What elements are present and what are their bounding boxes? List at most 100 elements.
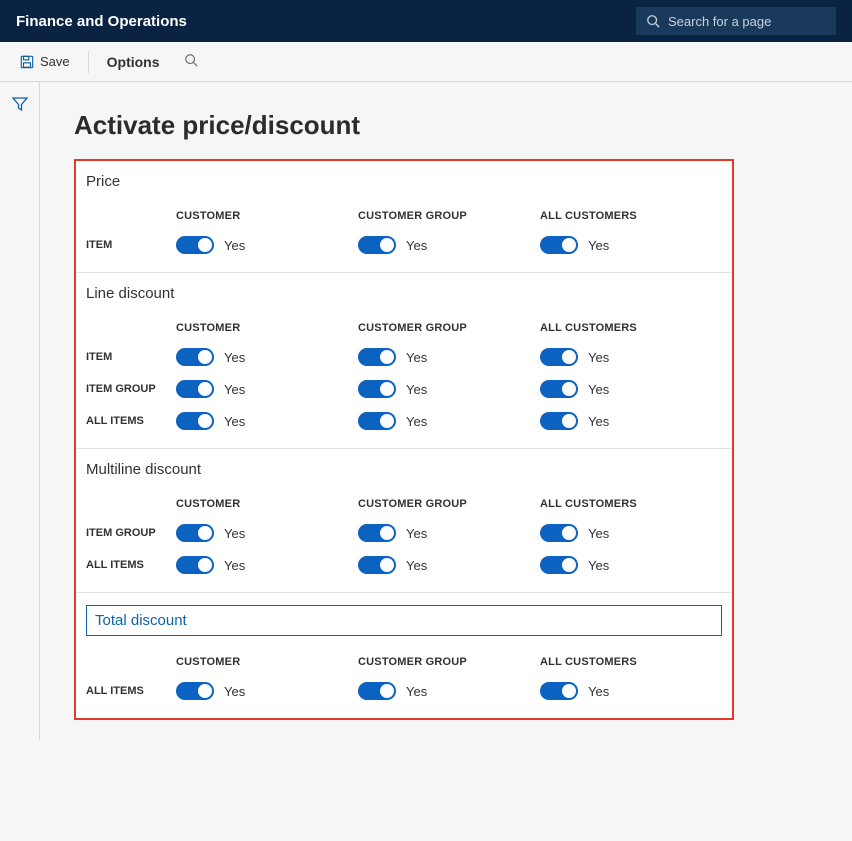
col-header-all-customers: ALL CUSTOMERS xyxy=(540,322,722,334)
toggle-multi-itemgroup-customergroup: Yes xyxy=(358,524,540,542)
content-area: Activate price/discount Price CUSTOMER C… xyxy=(40,82,852,740)
top-nav: Finance and Operations Search for a page xyxy=(0,0,852,42)
search-icon xyxy=(646,14,660,28)
search-icon xyxy=(184,53,198,67)
toggle[interactable] xyxy=(540,556,578,574)
left-rail xyxy=(0,82,40,740)
toggle-value: Yes xyxy=(588,350,609,365)
col-header-customer: CUSTOMER xyxy=(176,498,358,510)
toggle-value: Yes xyxy=(406,558,427,573)
options-button-label: Options xyxy=(107,54,160,70)
toggle[interactable] xyxy=(540,412,578,430)
toggle-line-item-allcustomers: Yes xyxy=(540,348,722,366)
total-discount-grid: CUSTOMER CUSTOMER GROUP ALL CUSTOMERS AL… xyxy=(86,656,722,700)
toggle[interactable] xyxy=(176,348,214,366)
section-title-multiline-discount: Multiline discount xyxy=(86,461,722,478)
toggle-value: Yes xyxy=(224,350,245,365)
command-search-button[interactable] xyxy=(174,47,208,76)
col-header-customer-group: CUSTOMER GROUP xyxy=(358,656,540,668)
toggle[interactable] xyxy=(176,380,214,398)
toggle-multi-itemgroup-allcustomers: Yes xyxy=(540,524,722,542)
multiline-discount-grid: CUSTOMER CUSTOMER GROUP ALL CUSTOMERS IT… xyxy=(86,498,722,574)
section-line-discount: Line discount CUSTOMER CUSTOMER GROUP AL… xyxy=(76,273,732,448)
toggle-value: Yes xyxy=(224,526,245,541)
row-label-all-items: ALL ITEMS xyxy=(86,559,176,571)
section-price: Price CUSTOMER CUSTOMER GROUP ALL CUSTOM… xyxy=(76,161,732,272)
toggle[interactable] xyxy=(540,524,578,542)
toggle[interactable] xyxy=(540,682,578,700)
toggle-value: Yes xyxy=(406,350,427,365)
price-grid: CUSTOMER CUSTOMER GROUP ALL CUSTOMERS IT… xyxy=(86,210,722,254)
toggle[interactable] xyxy=(358,380,396,398)
toggle-value: Yes xyxy=(588,558,609,573)
search-placeholder-text: Search for a page xyxy=(668,14,771,29)
toggle[interactable] xyxy=(358,556,396,574)
col-header-all-customers: ALL CUSTOMERS xyxy=(540,210,722,222)
toggle[interactable] xyxy=(176,524,214,542)
toggle-value: Yes xyxy=(224,684,245,699)
toggle-value: Yes xyxy=(406,684,427,699)
toggle-line-allitems-customer: Yes xyxy=(176,412,358,430)
toggle[interactable] xyxy=(358,236,396,254)
toggle[interactable] xyxy=(358,524,396,542)
toggle-line-itemgroup-customergroup: Yes xyxy=(358,380,540,398)
toggle-line-itemgroup-allcustomers: Yes xyxy=(540,380,722,398)
toggle[interactable] xyxy=(176,682,214,700)
line-discount-grid: CUSTOMER CUSTOMER GROUP ALL CUSTOMERS IT… xyxy=(86,322,722,430)
workspace: Activate price/discount Price CUSTOMER C… xyxy=(0,82,852,740)
save-button[interactable]: Save xyxy=(10,48,80,75)
toggle[interactable] xyxy=(176,556,214,574)
col-header-all-customers: ALL CUSTOMERS xyxy=(540,498,722,510)
command-separator xyxy=(88,51,89,73)
section-total-discount: Total discount CUSTOMER CUSTOMER GROUP A… xyxy=(76,593,732,718)
row-label-item: ITEM xyxy=(86,351,176,363)
toggle-value: Yes xyxy=(406,526,427,541)
toggle[interactable] xyxy=(176,236,214,254)
toggle-line-itemgroup-customer: Yes xyxy=(176,380,358,398)
funnel-icon xyxy=(12,96,28,112)
options-button[interactable]: Options xyxy=(97,48,170,76)
toggle-price-item-customer: Yes xyxy=(176,236,358,254)
toggle[interactable] xyxy=(358,682,396,700)
toggle-line-item-customergroup: Yes xyxy=(358,348,540,366)
toggle-value: Yes xyxy=(588,238,609,253)
toggle-value: Yes xyxy=(406,382,427,397)
app-title: Finance and Operations xyxy=(16,13,636,30)
save-button-label: Save xyxy=(40,54,70,69)
toggle-value: Yes xyxy=(588,382,609,397)
row-label-item-group: ITEM GROUP xyxy=(86,527,176,539)
col-header-customer-group: CUSTOMER GROUP xyxy=(358,210,540,222)
toggle[interactable] xyxy=(358,412,396,430)
toggle-line-item-customer: Yes xyxy=(176,348,358,366)
toggle-value: Yes xyxy=(588,414,609,429)
section-title-total-discount[interactable]: Total discount xyxy=(95,612,713,629)
toggle-line-allitems-allcustomers: Yes xyxy=(540,412,722,430)
toggle[interactable] xyxy=(540,348,578,366)
toggle-value: Yes xyxy=(224,238,245,253)
toggle-total-allitems-customergroup: Yes xyxy=(358,682,540,700)
row-label-item-group: ITEM GROUP xyxy=(86,383,176,395)
global-search[interactable]: Search for a page xyxy=(636,7,836,35)
toggle-line-allitems-customergroup: Yes xyxy=(358,412,540,430)
toggle[interactable] xyxy=(176,412,214,430)
highlighted-sections: Price CUSTOMER CUSTOMER GROUP ALL CUSTOM… xyxy=(74,159,734,720)
toggle[interactable] xyxy=(540,236,578,254)
col-header-customer: CUSTOMER xyxy=(176,322,358,334)
toggle-total-allitems-allcustomers: Yes xyxy=(540,682,722,700)
col-header-customer: CUSTOMER xyxy=(176,210,358,222)
toggle-value: Yes xyxy=(406,414,427,429)
toggle-value: Yes xyxy=(224,414,245,429)
save-icon xyxy=(20,55,34,69)
toggle[interactable] xyxy=(540,380,578,398)
filter-button[interactable] xyxy=(12,96,28,740)
toggle-value: Yes xyxy=(224,382,245,397)
toggle-value: Yes xyxy=(406,238,427,253)
toggle-multi-allitems-allcustomers: Yes xyxy=(540,556,722,574)
row-label-all-items: ALL ITEMS xyxy=(86,685,176,697)
col-header-customer: CUSTOMER xyxy=(176,656,358,668)
command-bar: Save Options xyxy=(0,42,852,82)
toggle-multi-allitems-customer: Yes xyxy=(176,556,358,574)
col-header-all-customers: ALL CUSTOMERS xyxy=(540,656,722,668)
col-header-customer-group: CUSTOMER GROUP xyxy=(358,498,540,510)
toggle[interactable] xyxy=(358,348,396,366)
